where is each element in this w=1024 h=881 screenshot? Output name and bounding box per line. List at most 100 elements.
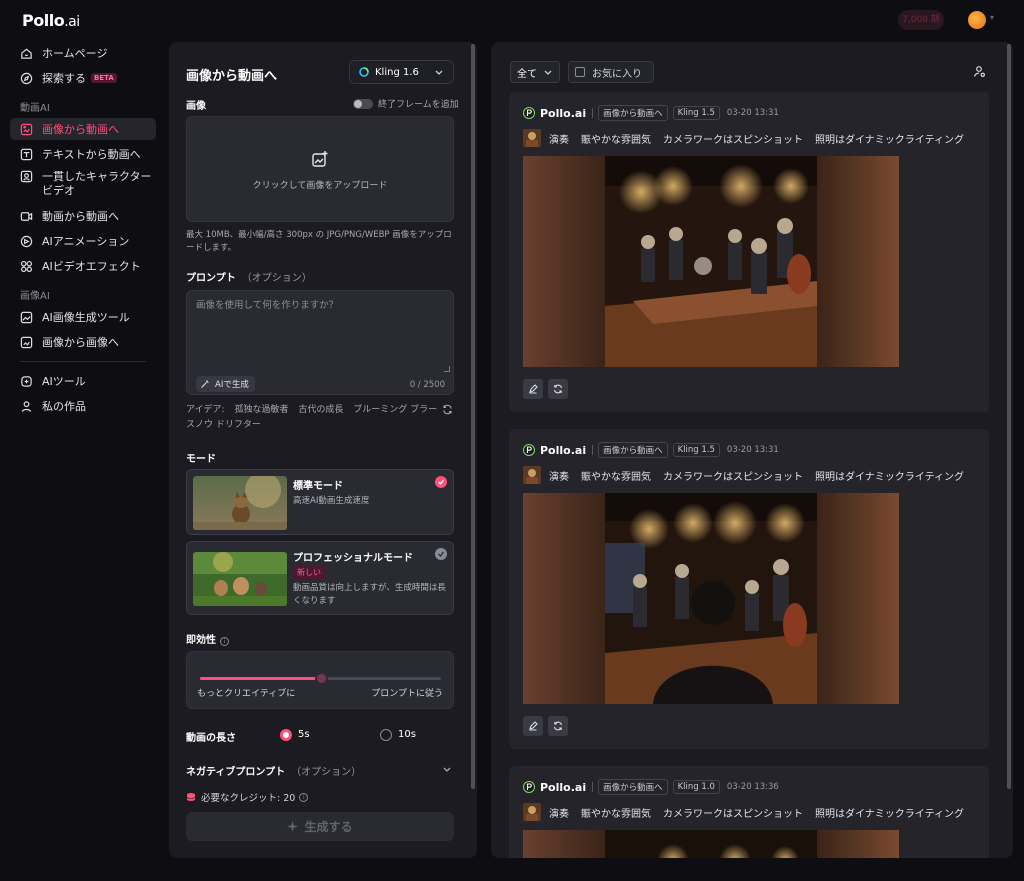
duration-row: 動画の長さ 5s 10s xyxy=(186,729,416,744)
sidebar-item-ai-animation[interactable]: AIアニメーション xyxy=(10,230,156,252)
sidebar-item-ai-image-gen[interactable]: AI画像生成ツール xyxy=(10,306,156,328)
chevron-down-icon[interactable]: ▾ xyxy=(990,13,994,22)
image-image-icon xyxy=(20,336,33,349)
prompt-description: 演奏 賑やかな雰囲気 カメラワークはスピンショット 照明はダイナミックライティング xyxy=(523,129,976,147)
immediacy-label: 即効性 i xyxy=(186,631,229,646)
prompt-description: 演奏 賑やかな雰囲気 カメラワークはスピンショット 照明はダイナミックライティング xyxy=(523,803,976,821)
pollo-logo[interactable]: Pollo.ai xyxy=(22,11,80,30)
type-tag: 画像から動画へ xyxy=(598,779,668,795)
sidebar-item-ai-video-effects[interactable]: AIビデオエフェクト xyxy=(10,255,156,277)
idea-chip[interactable]: 孤独な過敏者 xyxy=(234,405,288,415)
pollo-logo-icon xyxy=(523,781,535,793)
home-icon xyxy=(20,47,33,60)
check-icon xyxy=(435,548,447,560)
edit-button[interactable] xyxy=(523,716,543,736)
sidebar: ホームページ 探索する BETA 動画AI 画像から動画へ テキストから動画へ … xyxy=(10,42,156,420)
sidebar-item-consistent-character[interactable]: 一貫したキャラクタービデオ xyxy=(10,168,156,202)
info-icon: i xyxy=(299,792,309,802)
sidebar-item-image-to-video[interactable]: 画像から動画へ xyxy=(10,118,156,140)
mode-standard-card[interactable]: 標準モード 高速AI動画生成速度 xyxy=(186,469,454,535)
idea-chip[interactable]: ブルーミング ブラー xyxy=(353,405,437,415)
timestamp: 03-20 13:31 xyxy=(726,445,779,455)
filter-select[interactable]: 全て xyxy=(510,61,560,83)
sparkle-icon xyxy=(287,821,299,832)
ai-generate-button[interactable]: AIで生成 xyxy=(196,376,255,392)
new-badge: 新しい xyxy=(293,566,325,579)
favorites-checkbox[interactable] xyxy=(575,67,585,77)
sidebar-item-image-to-image[interactable]: 画像から画像へ xyxy=(10,331,156,353)
text-video-icon xyxy=(20,148,33,161)
duration-5s-radio[interactable] xyxy=(280,729,292,741)
model-tag: Kling 1.5 xyxy=(672,443,720,457)
prompt-ideas: アイデア: 孤独な過敏者 古代の成長 ブルーミング ブラー スノウ ドリフター xyxy=(186,405,438,430)
refresh-icon[interactable] xyxy=(442,404,453,415)
chevron-down-icon xyxy=(443,767,451,772)
sidebar-item-home[interactable]: ホームページ xyxy=(10,42,156,64)
favorites-filter[interactable]: お気に入り xyxy=(568,61,654,83)
source-thumbnail[interactable] xyxy=(523,803,541,821)
section-video-ai: 動画AI xyxy=(20,103,50,114)
magic-wand-icon xyxy=(201,380,209,388)
refresh-icon xyxy=(553,384,563,394)
image-gen-icon xyxy=(20,311,33,324)
compass-icon xyxy=(20,72,33,85)
type-tag: 画像から動画へ xyxy=(598,105,668,121)
prompt-description: 演奏 賑やかな雰囲気 カメラワークはスピンショット 照明はダイナミックライティング xyxy=(523,466,976,484)
negative-prompt-toggle[interactable]: ネガティブプロンプト （オプション） xyxy=(186,763,454,778)
type-tag: 画像から動画へ xyxy=(598,442,668,458)
mode-professional-card[interactable]: プロフェッショナルモード 新しい 動画品質は向上しますが、生成時間は長くなります xyxy=(186,541,454,615)
sidebar-item-explore[interactable]: 探索する BETA xyxy=(10,67,156,89)
required-credits: 必要なクレジット: 20 i xyxy=(186,790,309,804)
result-video-thumbnail[interactable] xyxy=(523,830,899,858)
timestamp: 03-20 13:36 xyxy=(726,782,779,792)
image-upload-area[interactable]: クリックして画像をアップロード xyxy=(186,116,454,222)
duration-label: 動画の長さ xyxy=(186,733,236,744)
image-video-icon xyxy=(20,123,33,136)
image-label: 画像 xyxy=(186,101,206,112)
model-select[interactable]: Kling 1.6 xyxy=(349,60,454,84)
idea-chip[interactable]: スノウ ドリフター xyxy=(186,420,261,430)
panel-scrollbar[interactable] xyxy=(471,44,475,789)
user-settings-icon[interactable] xyxy=(973,65,986,78)
source-thumbnail[interactable] xyxy=(523,466,541,484)
slider-handle[interactable] xyxy=(314,672,328,685)
user-avatar[interactable] xyxy=(968,11,986,29)
resize-handle[interactable] xyxy=(444,366,450,372)
regenerate-button[interactable] xyxy=(548,379,568,399)
result-video-thumbnail[interactable] xyxy=(523,156,899,367)
image-add-icon xyxy=(312,151,328,167)
credits-pill[interactable]: 7,000 期 xyxy=(898,10,944,30)
generate-button[interactable]: 生成する xyxy=(186,812,454,841)
pollo-logo-icon xyxy=(523,107,535,119)
immediacy-slider-box: もっとクリエイティブに プロンプトに従う xyxy=(186,651,454,709)
edit-button[interactable] xyxy=(523,379,543,399)
prompt-label: プロンプト （オプション） xyxy=(186,273,312,284)
chevron-down-icon xyxy=(544,70,552,75)
video-video-icon xyxy=(20,210,33,223)
results-scrollbar[interactable] xyxy=(1007,44,1011,789)
model-tag: Kling 1.5 xyxy=(672,106,720,120)
source-thumbnail[interactable] xyxy=(523,129,541,147)
sidebar-item-my-works[interactable]: 私の作品 xyxy=(10,395,156,417)
panel-title: 画像から動画へ xyxy=(186,69,278,84)
regenerate-button[interactable] xyxy=(548,716,568,736)
end-frame-toggle[interactable]: 終了フレームを追加 xyxy=(353,97,459,110)
sidebar-item-ai-tools[interactable]: AIツール xyxy=(10,370,156,392)
sidebar-item-video-to-video[interactable]: 動画から動画へ xyxy=(10,205,156,227)
result-video-thumbnail[interactable] xyxy=(523,493,899,704)
idea-chip[interactable]: 古代の成長 xyxy=(298,405,343,415)
generation-panel: 画像から動画へ Kling 1.6 画像 終了フレームを追加 クリックして画像を… xyxy=(169,42,477,858)
upload-hint: 最大 10MB、最小幅/高さ 300px の JPG/PNG/WEBP 画像をア… xyxy=(186,230,452,253)
toggle-switch[interactable] xyxy=(353,98,373,109)
kling-logo-icon xyxy=(359,67,369,77)
sidebar-divider xyxy=(20,361,146,362)
coin-stack-icon xyxy=(186,793,196,801)
slider-track[interactable] xyxy=(200,672,441,685)
refresh-icon xyxy=(553,721,563,731)
duration-10s-radio[interactable] xyxy=(380,729,392,741)
pencil-icon xyxy=(529,721,538,731)
pollo-brand: Pollo.ai xyxy=(523,444,586,457)
sidebar-item-text-to-video[interactable]: テキストから動画へ xyxy=(10,143,156,165)
prompt-input[interactable]: 画像を使用して何を作りますか？ AIで生成 0 / 2500 xyxy=(186,290,454,395)
pollo-brand: Pollo.ai xyxy=(523,107,586,120)
